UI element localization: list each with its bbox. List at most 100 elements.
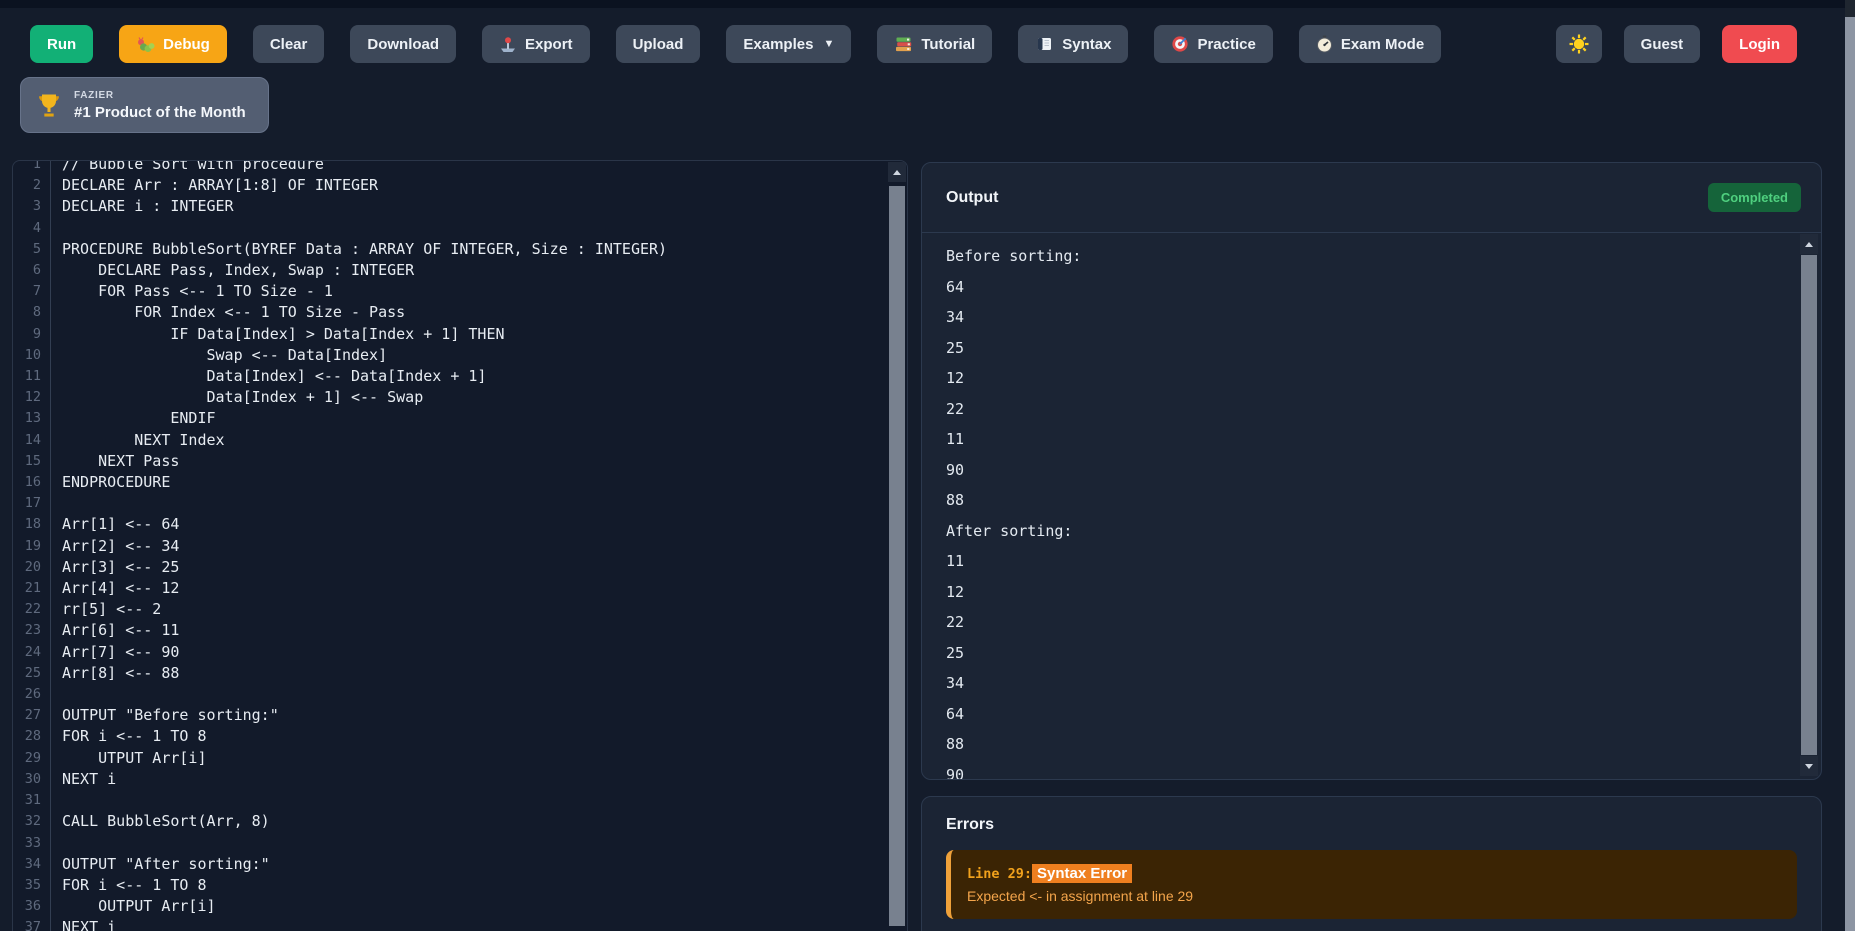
code-line[interactable]: 9 IF Data[Index] > Data[Index + 1] THEN (13, 324, 907, 345)
errors-title: Errors (922, 797, 1821, 850)
line-number: 1 (13, 160, 51, 175)
code-line[interactable]: 25 Arr[8] <-- 88 (13, 663, 907, 684)
scroll-up-button[interactable] (1800, 234, 1818, 254)
code-line[interactable]: 32 CALL BubbleSort(Arr, 8) (13, 811, 907, 832)
output-scrollbar[interactable] (1800, 234, 1818, 776)
clear-button[interactable]: Clear (253, 25, 325, 63)
output-scrollbar-thumb[interactable] (1801, 255, 1817, 755)
code-line[interactable]: 20 Arr[3] <-- 25 (13, 557, 907, 578)
code-text: UTPUT Arr[i] (51, 748, 207, 769)
code-text: PROCEDURE BubbleSort(BYREF Data : ARRAY … (51, 239, 667, 260)
code-line[interactable]: 5 PROCEDURE BubbleSort(BYREF Data : ARRA… (13, 239, 907, 260)
code-line[interactable]: 22 rr[5] <-- 2 (13, 599, 907, 620)
code-line[interactable]: 17 (13, 493, 907, 514)
code-text: NEXT i (51, 917, 116, 931)
editor-scrollbar[interactable] (888, 162, 906, 931)
code-line[interactable]: 8 FOR Index <-- 1 TO Size - Pass (13, 302, 907, 323)
trophy-icon (35, 91, 63, 119)
top-strip (0, 0, 1855, 8)
page-scrollbar[interactable] (1845, 0, 1855, 931)
promo-title: #1 Product of the Month (74, 104, 246, 121)
debug-button[interactable]: Debug (119, 25, 227, 63)
code-line[interactable]: 30 NEXT i (13, 769, 907, 790)
code-line[interactable]: 36 OUTPUT Arr[i] (13, 896, 907, 917)
code-line[interactable]: 12 Data[Index + 1] <-- Swap (13, 387, 907, 408)
run-button[interactable]: Run (30, 25, 93, 63)
code-line[interactable]: 14 NEXT Index (13, 430, 907, 451)
code-line[interactable]: 21 Arr[4] <-- 12 (13, 578, 907, 599)
code-line[interactable]: 6 DECLARE Pass, Index, Swap : INTEGER (13, 260, 907, 281)
code-line[interactable]: 10 Swap <-- Data[Index] (13, 345, 907, 366)
code-text (51, 493, 62, 514)
output-line: 90 (946, 760, 1777, 780)
line-number: 14 (13, 430, 51, 451)
code-line[interactable]: 35 FOR i <-- 1 TO 8 (13, 875, 907, 896)
exam-mode-button[interactable]: Exam Mode (1299, 25, 1441, 63)
practice-button[interactable]: Practice (1154, 25, 1272, 63)
line-number: 28 (13, 726, 51, 747)
line-number: 27 (13, 705, 51, 726)
code-line[interactable]: 29 UTPUT Arr[i] (13, 748, 907, 769)
code-editor[interactable]: 1 // Bubble Sort with procedure 2 DECLAR… (12, 160, 908, 931)
code-line[interactable]: 2 DECLARE Arr : ARRAY[1:8] OF INTEGER (13, 175, 907, 196)
line-number: 2 (13, 175, 51, 196)
code-line[interactable]: 15 NEXT Pass (13, 451, 907, 472)
output-line: Before sorting: (946, 241, 1777, 272)
examples-dropdown-button[interactable]: Examples ▼ (726, 25, 851, 63)
code-line[interactable]: 33 (13, 833, 907, 854)
line-number: 21 (13, 578, 51, 599)
code-line[interactable]: 19 Arr[2] <-- 34 (13, 536, 907, 557)
code-line[interactable]: 11 Data[Index] <-- Data[Index + 1] (13, 366, 907, 387)
code-line[interactable]: 1 // Bubble Sort with procedure (13, 160, 907, 175)
code-line[interactable]: 27 OUTPUT "Before sorting:" (13, 705, 907, 726)
line-number: 36 (13, 896, 51, 917)
chevron-up-icon (893, 170, 901, 175)
line-number: 5 (13, 239, 51, 260)
code-line[interactable]: 23 Arr[6] <-- 11 (13, 620, 907, 641)
output-line: 34 (946, 302, 1777, 333)
theme-toggle-button[interactable] (1556, 25, 1602, 63)
code-line[interactable]: 28 FOR i <-- 1 TO 8 (13, 726, 907, 747)
guest-button[interactable]: Guest (1624, 25, 1701, 63)
code-line[interactable]: 26 (13, 684, 907, 705)
syntax-button[interactable]: Syntax (1018, 25, 1128, 63)
page-scrollbar-thumb[interactable] (1845, 17, 1855, 931)
code-text: Arr[6] <-- 11 (51, 620, 179, 641)
download-button[interactable]: Download (350, 25, 456, 63)
line-number: 10 (13, 345, 51, 366)
tutorial-button[interactable]: Tutorial (877, 25, 992, 63)
line-number: 18 (13, 514, 51, 535)
export-button[interactable]: Export (482, 25, 590, 63)
code-text: DECLARE i : INTEGER (51, 196, 234, 217)
line-number: 26 (13, 684, 51, 705)
code-line[interactable]: 13 ENDIF (13, 408, 907, 429)
code-line[interactable]: 37 NEXT i (13, 917, 907, 931)
code-line[interactable]: 34 OUTPUT "After sorting:" (13, 854, 907, 875)
code-text: Arr[1] <-- 64 (51, 514, 179, 535)
code-line[interactable]: 31 (13, 790, 907, 811)
code-line[interactable]: 24 Arr[7] <-- 90 (13, 642, 907, 663)
code-line[interactable]: 4 (13, 218, 907, 239)
editor-scrollbar-thumb[interactable] (889, 186, 905, 926)
scroll-down-button[interactable] (1800, 756, 1818, 776)
output-line: 11 (946, 546, 1777, 577)
code-text: rr[5] <-- 2 (51, 599, 161, 620)
code-line[interactable]: 16 ENDPROCEDURE (13, 472, 907, 493)
line-number: 30 (13, 769, 51, 790)
scroll-up-button[interactable] (888, 162, 906, 182)
code-text: FOR i <-- 1 TO 8 (51, 726, 207, 747)
line-number: 7 (13, 281, 51, 302)
upload-button[interactable]: Upload (616, 25, 701, 63)
chevron-down-icon (1805, 764, 1813, 769)
output-line: 11 (946, 424, 1777, 455)
line-number: 6 (13, 260, 51, 281)
login-button[interactable]: Login (1722, 25, 1797, 63)
code-text: Arr[4] <-- 12 (51, 578, 179, 599)
code-line[interactable]: 3 DECLARE i : INTEGER (13, 196, 907, 217)
code-line[interactable]: 18 Arr[1] <-- 64 (13, 514, 907, 535)
code-line[interactable]: 7 FOR Pass <-- 1 TO Size - 1 (13, 281, 907, 302)
line-number: 31 (13, 790, 51, 811)
fazier-promo-badge[interactable]: FAZIER #1 Product of the Month (20, 77, 269, 133)
output-title: Output (946, 189, 998, 207)
code-text: Arr[2] <-- 34 (51, 536, 179, 557)
